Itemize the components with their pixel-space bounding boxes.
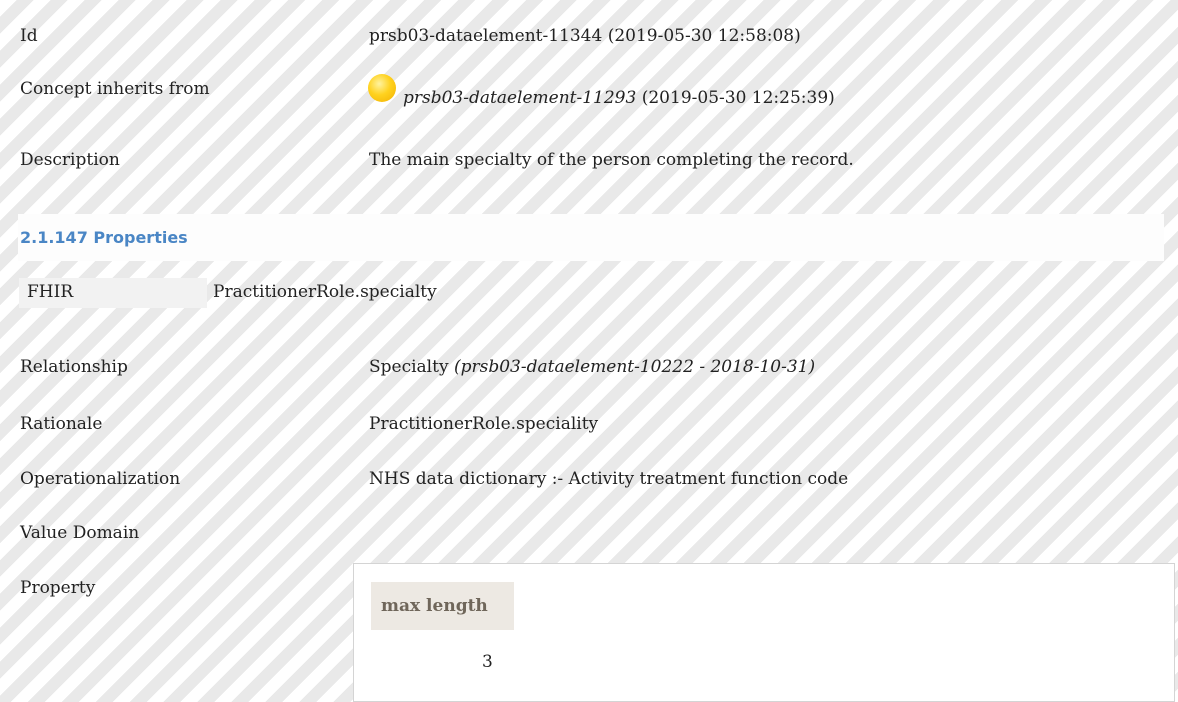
- status-circle-icon: [368, 74, 396, 102]
- relationship-value: Specialty (prsb03-dataelement-10222 - 20…: [369, 357, 815, 377]
- relationship-name: Specialty: [369, 357, 449, 377]
- inherits-label: Concept inherits from: [20, 79, 210, 99]
- relationship-ref: (prsb03-dataelement-10222 - 2018-10-31): [453, 357, 816, 377]
- max-length-header: max length: [371, 582, 514, 630]
- description-value: The main specialty of the person complet…: [369, 150, 854, 170]
- inherits-value: prsb03-dataelement-11293 (2019-05-30 12:…: [403, 88, 835, 108]
- property-label: Property: [20, 578, 96, 598]
- inherits-date: (2019-05-30 12:25:39): [641, 88, 835, 108]
- max-length-value: 3: [482, 652, 493, 672]
- properties-section-header: 2.1.147 Properties: [18, 214, 1164, 261]
- fhir-label: FHIR: [27, 282, 74, 302]
- max-length-header-label: max length: [381, 596, 488, 616]
- section-title: 2.1.147 Properties: [20, 228, 188, 247]
- id-value: prsb03-dataelement-11344 (2019-05-30 12:…: [369, 26, 801, 46]
- id-label: Id: [20, 26, 38, 46]
- relationship-label: Relationship: [20, 357, 128, 377]
- operationalization-label: Operationalization: [20, 469, 181, 489]
- rationale-value: PractitionerRole.speciality: [369, 414, 599, 434]
- fhir-label-cell: FHIR: [19, 278, 207, 308]
- description-label: Description: [20, 150, 120, 170]
- fhir-value: PractitionerRole.specialty: [213, 282, 437, 302]
- operationalization-value: NHS data dictionary :- Activity treatmen…: [369, 469, 849, 489]
- property-table: max length 3: [353, 563, 1175, 702]
- rationale-label: Rationale: [20, 414, 103, 434]
- inherits-link[interactable]: prsb03-dataelement-11293: [403, 88, 636, 108]
- value-domain-label: Value Domain: [20, 523, 140, 543]
